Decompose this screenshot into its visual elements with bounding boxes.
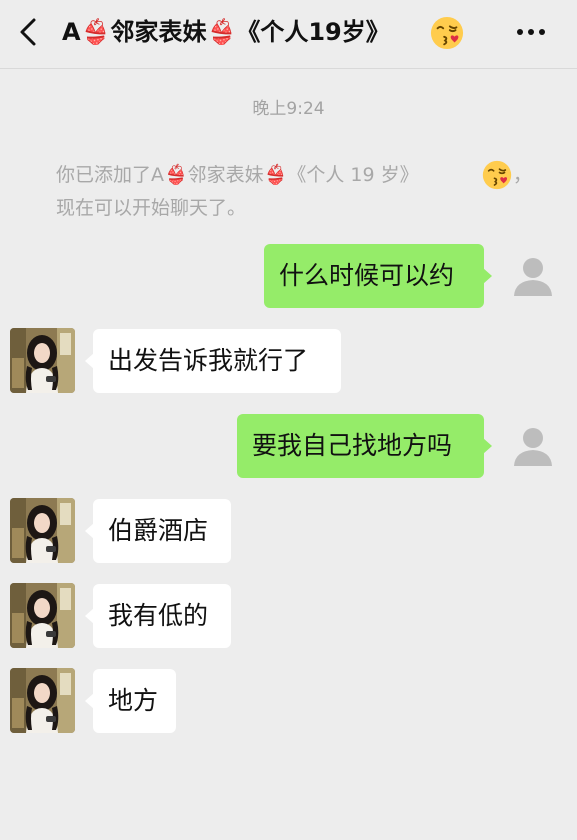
chevron-left-icon[interactable] xyxy=(12,14,46,50)
system-message-line1: 你已添加了A👙邻家表妹👙《个人 19 岁》 xyxy=(56,164,419,186)
my-avatar[interactable] xyxy=(511,424,555,468)
chat-header: A👙邻家表妹👙《个人19岁》 xyxy=(0,0,577,69)
message-bubble-received[interactable]: 出发告诉我就行了 xyxy=(85,329,341,393)
message-bubble-received[interactable]: 地方 xyxy=(85,669,176,733)
message-timestamp: 晚上9:24 xyxy=(252,99,325,119)
contact-avatar[interactable] xyxy=(10,498,75,563)
contact-avatar[interactable] xyxy=(10,328,75,393)
message-bubble-received[interactable]: 我有低的 xyxy=(85,584,231,648)
message-bubble-sent[interactable]: 什么时候可以约 xyxy=(264,244,492,308)
face-blowing-kiss-icon xyxy=(430,16,464,50)
message-bubble-received[interactable]: 伯爵酒店 xyxy=(85,499,231,563)
contact-avatar[interactable] xyxy=(10,668,75,733)
more-dots-icon[interactable] xyxy=(511,20,551,44)
contact-avatar[interactable] xyxy=(10,583,75,648)
my-avatar[interactable] xyxy=(511,254,555,298)
system-message-suffix: ， xyxy=(513,164,533,186)
message-bubble-sent[interactable]: 要我自己找地方吗 xyxy=(237,414,492,478)
face-blowing-kiss-icon xyxy=(482,160,512,190)
system-message-line2: 现在可以开始聊天了。 xyxy=(56,197,247,219)
